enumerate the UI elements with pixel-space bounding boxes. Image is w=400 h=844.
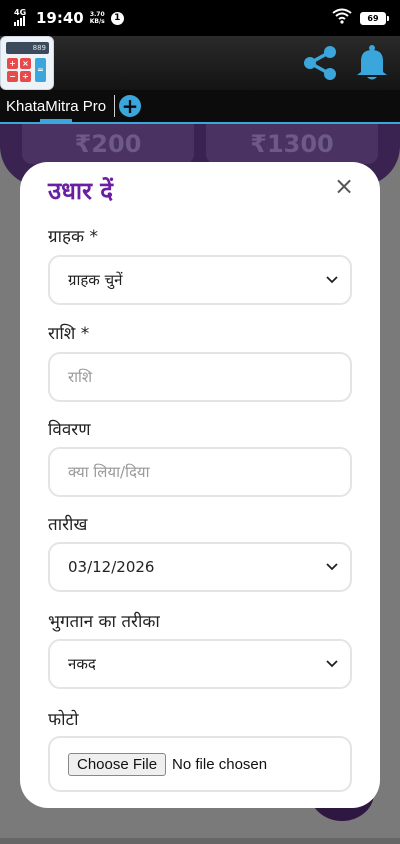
chevron-down-icon	[326, 658, 338, 670]
chevron-down-icon	[326, 561, 338, 573]
customer-select-value: ग्राहक चुनें	[68, 271, 123, 289]
chevron-down-icon	[326, 274, 338, 286]
summary-card-1: ₹200	[22, 124, 194, 164]
choose-file-button[interactable]: Choose File	[68, 752, 167, 776]
bottom-strip	[0, 838, 400, 844]
app-header: 889 + × − ÷ =	[0, 36, 400, 90]
payment-method-label: भुगतान का तरीका	[48, 612, 160, 632]
add-tab-button[interactable]: +	[119, 95, 142, 117]
notification-count-icon: 1	[110, 11, 124, 25]
date-label: तारीख	[48, 515, 88, 535]
date-select[interactable]: 03/12/2026	[48, 542, 352, 592]
bell-icon[interactable]	[352, 43, 392, 83]
amount-label: राशि *	[48, 324, 90, 344]
description-input[interactable]: क्या लिया/दिया	[48, 447, 352, 497]
status-bar: 4G 19:40 3.70 KB/s 1 69	[0, 0, 400, 36]
network-speed: 3.70 KB/s	[89, 11, 105, 25]
logo-display: 889	[6, 42, 49, 54]
date-value: 03/12/2026	[68, 558, 155, 576]
amount-placeholder: राशि	[68, 368, 93, 386]
signal-icon: 4G	[14, 8, 30, 26]
description-placeholder: क्या लिया/दिया	[68, 463, 150, 481]
clock: 19:40	[36, 9, 84, 27]
tab-divider	[114, 95, 116, 117]
file-status: No file chosen	[172, 755, 268, 773]
lend-modal: उधार दें × ग्राहक * ग्राहक चुनें राशि * …	[20, 162, 380, 808]
share-icon[interactable]	[300, 43, 340, 83]
payment-method-select[interactable]: नकद	[48, 639, 352, 689]
tab-khatamitra-pro[interactable]: KhataMitra Pro	[0, 90, 112, 124]
customer-select[interactable]: ग्राहक चुनें	[48, 255, 352, 305]
battery-icon: 69	[360, 11, 389, 25]
customer-label: ग्राहक *	[48, 227, 98, 247]
payment-method-value: नकद	[68, 655, 96, 673]
photo-label: फोटो	[48, 710, 79, 730]
wifi-icon	[332, 8, 352, 28]
summary-card-2: ₹1300	[206, 124, 378, 164]
modal-title: उधार दें	[48, 177, 114, 205]
close-icon[interactable]: ×	[334, 174, 354, 198]
amount-input[interactable]: राशि	[48, 352, 352, 402]
description-label: विवरण	[48, 420, 91, 440]
photo-file-input[interactable]: Choose File No file chosen	[48, 736, 352, 792]
tab-bar: KhataMitra Pro +	[0, 90, 400, 124]
app-logo[interactable]: 889 + × − ÷ =	[0, 36, 54, 90]
